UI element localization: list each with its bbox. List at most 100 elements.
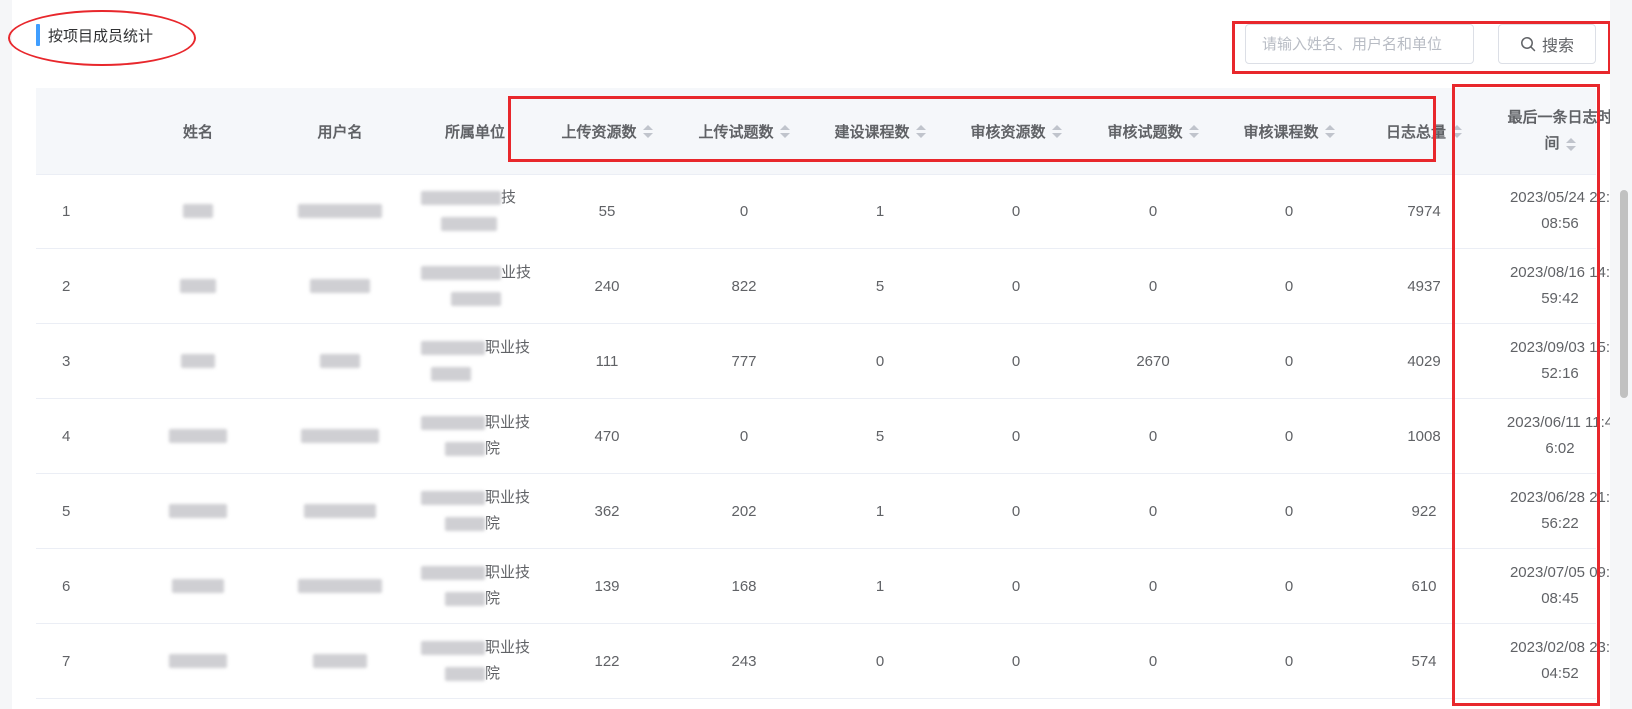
- upload-questions-cell: 822: [731, 277, 757, 295]
- last-log-time-cell: 2023/06/28 21: 56:22: [1509, 489, 1611, 532]
- redacted-block: [451, 292, 501, 306]
- table-row: 2 业技 240 822 5 0 0 0 4937 2023/08/16 14:…: [36, 249, 1610, 324]
- username-cell: [271, 474, 409, 548]
- upload-questions-cell: 0: [739, 427, 749, 445]
- name-cell: [128, 474, 268, 548]
- last-log-time-cell: 2023/08/16 14: 59:42: [1509, 264, 1611, 307]
- last-log-time-cell: 2023/07/05 09: 08:45: [1509, 564, 1611, 607]
- redacted-block: [180, 279, 216, 293]
- review-courses-cell: 0: [1284, 427, 1294, 445]
- table-row: 7 职业技 院 122 243 0 0 0 0 574 2023/02/08 2…: [36, 624, 1610, 699]
- table-row: 6 职业技 院 139 168 1 0 0 0 610 2023/07/05 0…: [36, 549, 1610, 624]
- search-button[interactable]: 搜索: [1498, 24, 1596, 64]
- unit-cell: 职业技 院: [421, 549, 541, 623]
- header-upload-questions[interactable]: 上传试题数: [678, 88, 810, 174]
- log-total-cell: 922: [1411, 502, 1437, 520]
- sort-caret-icon[interactable]: [1324, 124, 1335, 138]
- upload-resources-cell: 122: [594, 652, 620, 670]
- search-input[interactable]: [1245, 24, 1474, 64]
- upload-resources-cell: 139: [594, 577, 620, 595]
- sort-caret-icon[interactable]: [779, 124, 790, 138]
- upload-questions-cell: 168: [731, 577, 757, 595]
- review-questions-cell: 0: [1148, 427, 1158, 445]
- build-courses-cell: 5: [875, 427, 885, 445]
- log-total-cell: 574: [1411, 652, 1437, 670]
- search-icon: [1521, 37, 1536, 52]
- table-row: 4 职业技 院 470 0 5 0 0 0 1008 2023/06/11 11…: [36, 399, 1613, 474]
- unit-cell: 业技: [421, 249, 541, 323]
- redacted-block: [298, 579, 382, 593]
- redacted-block: [445, 667, 485, 681]
- redacted-block: [445, 517, 485, 531]
- username-cell: [271, 549, 409, 623]
- review-resources-cell: 0: [1011, 352, 1021, 370]
- review-courses-cell: 0: [1284, 202, 1294, 220]
- name-cell: [128, 249, 268, 323]
- table-header: 姓名 用户名 所属单位 上传资源数 上传试题数 建设课程数 审核资源数 审核试题…: [36, 88, 1613, 175]
- redacted-block: [301, 429, 379, 443]
- username-cell: [271, 624, 409, 698]
- unit-cell: 职业技 院: [421, 399, 541, 473]
- upload-resources-cell: 55: [598, 202, 616, 220]
- sort-caret-icon[interactable]: [1452, 124, 1462, 138]
- review-questions-cell: 0: [1148, 652, 1158, 670]
- username-cell: [271, 399, 409, 473]
- upload-questions-cell: 243: [731, 652, 757, 670]
- redacted-block: [421, 416, 485, 430]
- header-review-resources[interactable]: 审核资源数: [950, 88, 1082, 174]
- build-courses-cell: 0: [875, 352, 885, 370]
- header-review-questions[interactable]: 审核试题数: [1087, 88, 1219, 174]
- redacted-block: [445, 442, 485, 456]
- upload-resources-cell: 470: [594, 427, 620, 445]
- header-log-total[interactable]: 日志总量: [1358, 88, 1490, 174]
- redacted-block: [169, 429, 227, 443]
- redacted-block: [181, 354, 215, 368]
- sort-caret-icon[interactable]: [642, 124, 653, 138]
- sort-caret-icon[interactable]: [1565, 137, 1576, 151]
- header-upload-resources[interactable]: 上传资源数: [541, 88, 673, 174]
- header-build-courses[interactable]: 建设课程数: [814, 88, 946, 174]
- review-resources-cell: 0: [1011, 202, 1021, 220]
- redacted-block: [441, 217, 497, 231]
- redacted-block: [421, 266, 501, 280]
- header-last-log-time[interactable]: 最后一条日志时 间: [1494, 88, 1626, 174]
- log-total-cell: 4029: [1407, 352, 1441, 370]
- upload-questions-cell: 777: [731, 352, 757, 370]
- log-total-cell: 610: [1411, 577, 1437, 595]
- upload-questions-cell: 202: [731, 502, 757, 520]
- header-review-courses[interactable]: 审核课程数: [1223, 88, 1355, 174]
- redacted-block: [183, 204, 213, 218]
- log-total-cell: 1008: [1407, 427, 1441, 445]
- unit-cell: 职业技 院: [421, 624, 541, 698]
- redacted-block: [320, 354, 360, 368]
- build-courses-cell: 1: [875, 502, 885, 520]
- row-index: 4: [62, 427, 71, 445]
- last-log-time-cell: 2023/06/11 11:4 6:02: [1506, 414, 1614, 457]
- review-resources-cell: 0: [1011, 577, 1021, 595]
- header-unit: 所属单位: [444, 123, 505, 141]
- annotation-ellipse: [8, 10, 196, 66]
- review-questions-cell: 0: [1148, 277, 1158, 295]
- review-courses-cell: 0: [1284, 652, 1294, 670]
- review-courses-cell: 0: [1284, 577, 1294, 595]
- username-cell: [271, 174, 409, 248]
- table-row: 5 职业技 院 362 202 1 0 0 0 922 2023/06/28 2…: [36, 474, 1610, 549]
- build-courses-cell: 1: [875, 577, 885, 595]
- sort-caret-icon[interactable]: [1051, 124, 1062, 138]
- upload-resources-cell: 240: [594, 277, 620, 295]
- scrollbar-thumb[interactable]: [1620, 190, 1628, 398]
- row-index: 3: [62, 352, 71, 370]
- row-index: 1: [62, 202, 71, 220]
- redacted-block: [421, 491, 485, 505]
- redacted-block: [431, 367, 471, 381]
- table-body: 1 技 55 0 1 0 0 0 7974 2023/05/24 22: 08:…: [36, 174, 1613, 699]
- sort-caret-icon[interactable]: [1188, 124, 1199, 138]
- review-courses-cell: 0: [1284, 352, 1294, 370]
- redacted-block: [421, 341, 485, 355]
- username-cell: [271, 324, 409, 398]
- last-log-time-cell: 2023/09/03 15: 52:16: [1509, 339, 1611, 382]
- sort-caret-icon[interactable]: [915, 124, 926, 138]
- upload-resources-cell: 362: [594, 502, 620, 520]
- redacted-block: [421, 566, 485, 580]
- table-row: 1 技 55 0 1 0 0 0 7974 2023/05/24 22: 08:…: [36, 174, 1610, 249]
